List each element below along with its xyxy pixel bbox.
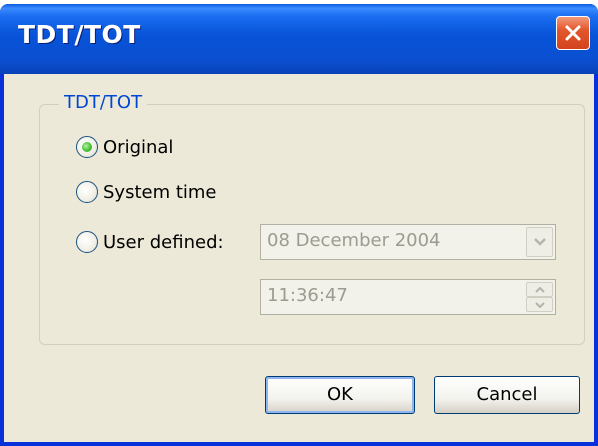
radio-button-system-time[interactable] <box>76 181 98 203</box>
date-value: 08 December 2004 <box>267 230 441 251</box>
radio-option-original[interactable]: Original <box>76 134 173 160</box>
time-spinner[interactable]: 11:36:47 <box>260 279 556 315</box>
window-title: TDT/TOT <box>18 20 141 49</box>
radio-label-original: Original <box>103 136 174 158</box>
chevron-down-icon <box>535 302 545 308</box>
radio-button-user-defined[interactable] <box>76 231 98 253</box>
close-icon <box>565 25 581 41</box>
dialog-client-area: TDT/TOT Original System time User define… <box>4 74 594 442</box>
cancel-button[interactable]: Cancel <box>434 376 580 414</box>
ok-button[interactable]: OK <box>265 376 415 414</box>
chevron-up-icon <box>535 287 545 293</box>
radio-option-user-defined[interactable]: User defined: <box>76 229 224 255</box>
radio-option-system-time[interactable]: System time <box>76 179 217 205</box>
time-spin-up-button[interactable] <box>526 282 553 297</box>
radio-button-original[interactable] <box>76 136 98 158</box>
radio-label-user-defined: User defined: <box>103 231 224 253</box>
close-button[interactable] <box>556 16 590 50</box>
time-value: 11:36:47 <box>267 285 348 306</box>
groupbox-title: TDT/TOT <box>59 92 148 113</box>
title-bar[interactable]: TDT/TOT <box>0 4 598 74</box>
dialog-window: TDT/TOT TDT/TOT Original System time Use… <box>0 4 598 446</box>
chevron-down-icon <box>534 238 546 246</box>
date-picker[interactable]: 08 December 2004 <box>260 224 556 260</box>
date-dropdown-button[interactable] <box>526 227 553 257</box>
radio-label-system-time: System time <box>103 181 217 203</box>
time-spin-down-button[interactable] <box>526 297 553 312</box>
time-spin-buttons <box>526 282 553 312</box>
